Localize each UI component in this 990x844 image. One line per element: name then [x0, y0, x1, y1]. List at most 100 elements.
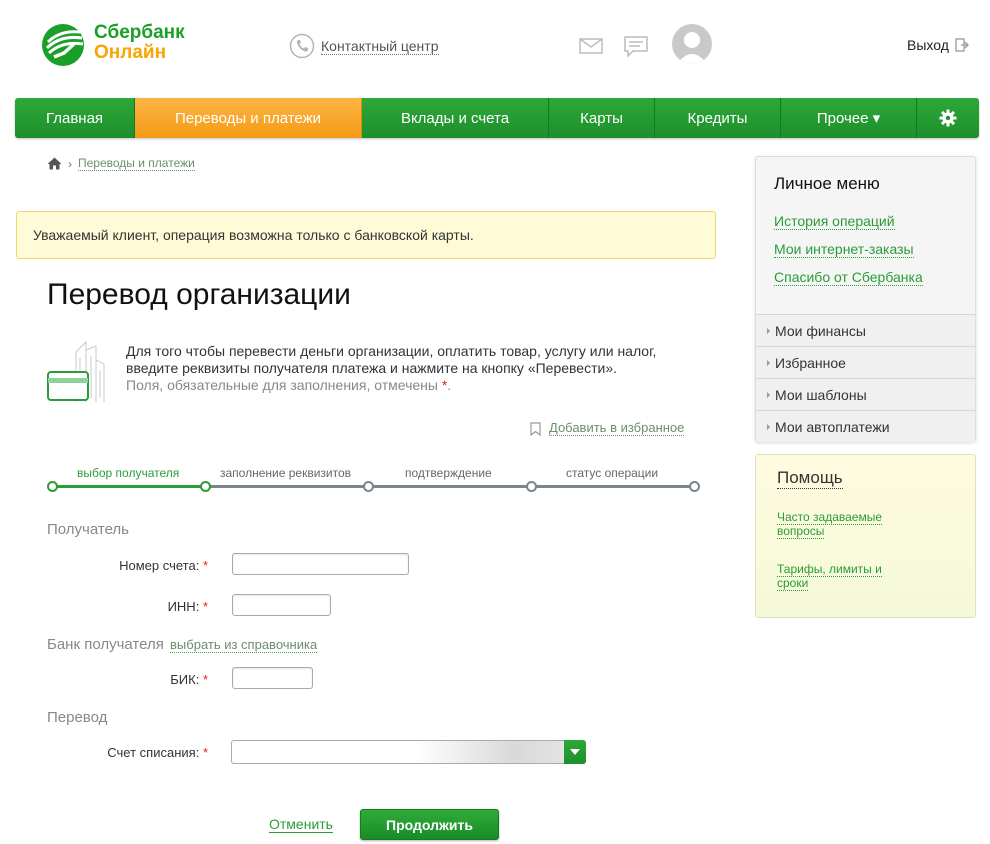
- help-link-label: Часто задаваемые вопросы: [777, 510, 883, 539]
- continue-button[interactable]: Продолжить: [360, 809, 499, 840]
- menu-section-label: Мои финансы: [775, 322, 866, 339]
- intro-text: Для того чтобы перевести деньги организа…: [126, 343, 657, 376]
- step-label: выбор получателя: [77, 466, 180, 480]
- exit-button[interactable]: Выход: [907, 37, 969, 53]
- step-label: заполнение реквизитов: [220, 466, 352, 480]
- section-transfer: Перевод: [47, 709, 108, 726]
- logo-line1: Сбербанк: [94, 22, 185, 43]
- gear-icon: [939, 109, 957, 127]
- step-line-done: [50, 485, 203, 488]
- nav-label: Главная: [45, 109, 104, 127]
- organization-card-icon: [47, 340, 105, 402]
- logo-text: Сбербанк Онлайн: [94, 23, 185, 63]
- step-line-pending: [203, 485, 694, 488]
- menu-section-finances[interactable]: Мои финансы: [756, 314, 975, 346]
- account-number-input[interactable]: [232, 553, 409, 575]
- add-to-favorites-link[interactable]: Добавить в избранное: [530, 420, 685, 436]
- exit-label: Выход: [907, 37, 949, 53]
- step-dot: [200, 481, 211, 492]
- debit-account-label-text: Счет списания:: [107, 745, 200, 760]
- nav-item-transfers[interactable]: Переводы и платежи: [135, 98, 362, 138]
- menu-section-label: Мои автоплатежи: [775, 418, 890, 435]
- nav-item-other[interactable]: Прочее ▾: [781, 98, 917, 138]
- inn-input[interactable]: [232, 594, 331, 616]
- menu-section-templates[interactable]: Мои шаблоны: [756, 378, 975, 410]
- avatar[interactable]: [672, 24, 712, 64]
- menu-section-favorites[interactable]: Избранное: [756, 346, 975, 378]
- nav-item-deposits[interactable]: Вклады и счета: [362, 98, 549, 138]
- nav-label: Карты: [580, 109, 623, 127]
- nav-label: Вклады и счета: [400, 109, 510, 127]
- progress-steps: выбор получателя заполнение реквизитов п…: [47, 462, 700, 496]
- nav-item-credits[interactable]: Кредиты: [655, 98, 781, 138]
- warning-text: Уважаемый клиент, операция возможна толь…: [33, 227, 474, 243]
- phone-icon: [289, 33, 315, 59]
- dropdown-arrow-button[interactable]: [564, 740, 586, 764]
- arrow-right-icon: [767, 391, 770, 398]
- settings-button[interactable]: [917, 98, 979, 138]
- personal-menu-panel: Личное меню История операций Мои интерне…: [755, 156, 976, 442]
- personal-menu-title: Личное меню: [774, 174, 880, 193]
- required-end: .: [447, 377, 452, 393]
- home-icon[interactable]: [47, 157, 62, 170]
- menu-link-spasibo[interactable]: Спасибо от Сбербанка: [774, 269, 923, 286]
- bookmark-icon: [530, 421, 541, 436]
- menu-section-label: Мои шаблоны: [775, 386, 867, 403]
- help-link-faq[interactable]: Часто задаваемые вопросы: [777, 510, 907, 539]
- arrow-right-icon: [767, 327, 770, 334]
- debit-account-select[interactable]: [231, 740, 586, 764]
- bik-input[interactable]: [232, 667, 313, 689]
- required-star: *: [202, 672, 208, 687]
- arrow-right-icon: [767, 359, 770, 366]
- required-note-text: Поля, обязательные для заполнения, отмеч…: [126, 377, 438, 393]
- step-label: подтверждение: [405, 466, 492, 480]
- page-title: Перевод организации: [47, 278, 351, 311]
- cancel-button[interactable]: Отменить: [269, 816, 333, 833]
- contact-center-label: Контактный центр: [321, 37, 439, 55]
- required-star: *: [202, 558, 208, 573]
- bik-label-text: БИК:: [170, 672, 200, 687]
- step-label: статус операции: [566, 466, 659, 480]
- nav-label: Прочее ▾: [816, 110, 881, 127]
- account-number-label: Номер счета: *: [28, 558, 208, 573]
- menu-section-label: Избранное: [775, 354, 846, 371]
- section-bank: Банк получателя выбрать из справочника: [47, 636, 318, 653]
- step-dot: [363, 481, 374, 492]
- help-panel: Помощь Часто задаваемые вопросы Тарифы, …: [755, 454, 976, 618]
- sberbank-logo[interactable]: Сбербанк Онлайн: [40, 20, 200, 70]
- nav-item-home[interactable]: Главная: [15, 98, 135, 138]
- menu-link-history[interactable]: История операций: [774, 213, 895, 230]
- breadcrumb: › Переводы и платежи: [47, 156, 195, 171]
- contact-center-link[interactable]: Контактный центр: [289, 33, 439, 59]
- arrow-right-icon: [767, 423, 770, 430]
- help-title[interactable]: Помощь: [777, 468, 843, 489]
- account-number-label-text: Номер счета:: [119, 558, 200, 573]
- logo-line2: Онлайн: [94, 42, 167, 63]
- chevron-down-icon: [570, 749, 580, 755]
- help-link-tariffs[interactable]: Тарифы, лимиты и сроки: [777, 562, 907, 591]
- section-recipient: Получатель: [47, 521, 129, 538]
- required-note: Поля, обязательные для заполнения, отмеч…: [126, 377, 696, 394]
- nav-item-cards[interactable]: Карты: [549, 98, 655, 138]
- bank-directory-link[interactable]: выбрать из справочника: [170, 637, 318, 653]
- add-to-favorites-label: Добавить в избранное: [549, 420, 685, 436]
- nav-label: Переводы и платежи: [174, 109, 322, 127]
- menu-link-internet-orders[interactable]: Мои интернет-заказы: [774, 241, 914, 258]
- step-dot: [526, 481, 537, 492]
- exit-icon: [955, 38, 969, 52]
- chat-icon[interactable]: [624, 36, 648, 57]
- step-dot: [689, 481, 700, 492]
- help-link-label: Тарифы, лимиты и сроки: [777, 562, 882, 591]
- bik-label: БИК: *: [28, 672, 208, 687]
- breadcrumb-link-transfers[interactable]: Переводы и платежи: [78, 156, 195, 171]
- section-bank-title: Банк получателя: [47, 636, 164, 653]
- main-nav: Главная Переводы и платежи Вклады и счет…: [15, 98, 979, 138]
- step-dot: [47, 481, 58, 492]
- mail-icon[interactable]: [579, 38, 603, 54]
- warning-banner: Уважаемый клиент, операция возможна толь…: [16, 211, 716, 259]
- breadcrumb-separator: ›: [68, 156, 72, 171]
- intro-text-block: Для того чтобы перевести деньги организа…: [126, 343, 696, 394]
- nav-label: Кредиты: [687, 109, 748, 127]
- menu-section-autopayments[interactable]: Мои автоплатежи: [756, 410, 975, 442]
- sberbank-logo-icon: [42, 24, 84, 66]
